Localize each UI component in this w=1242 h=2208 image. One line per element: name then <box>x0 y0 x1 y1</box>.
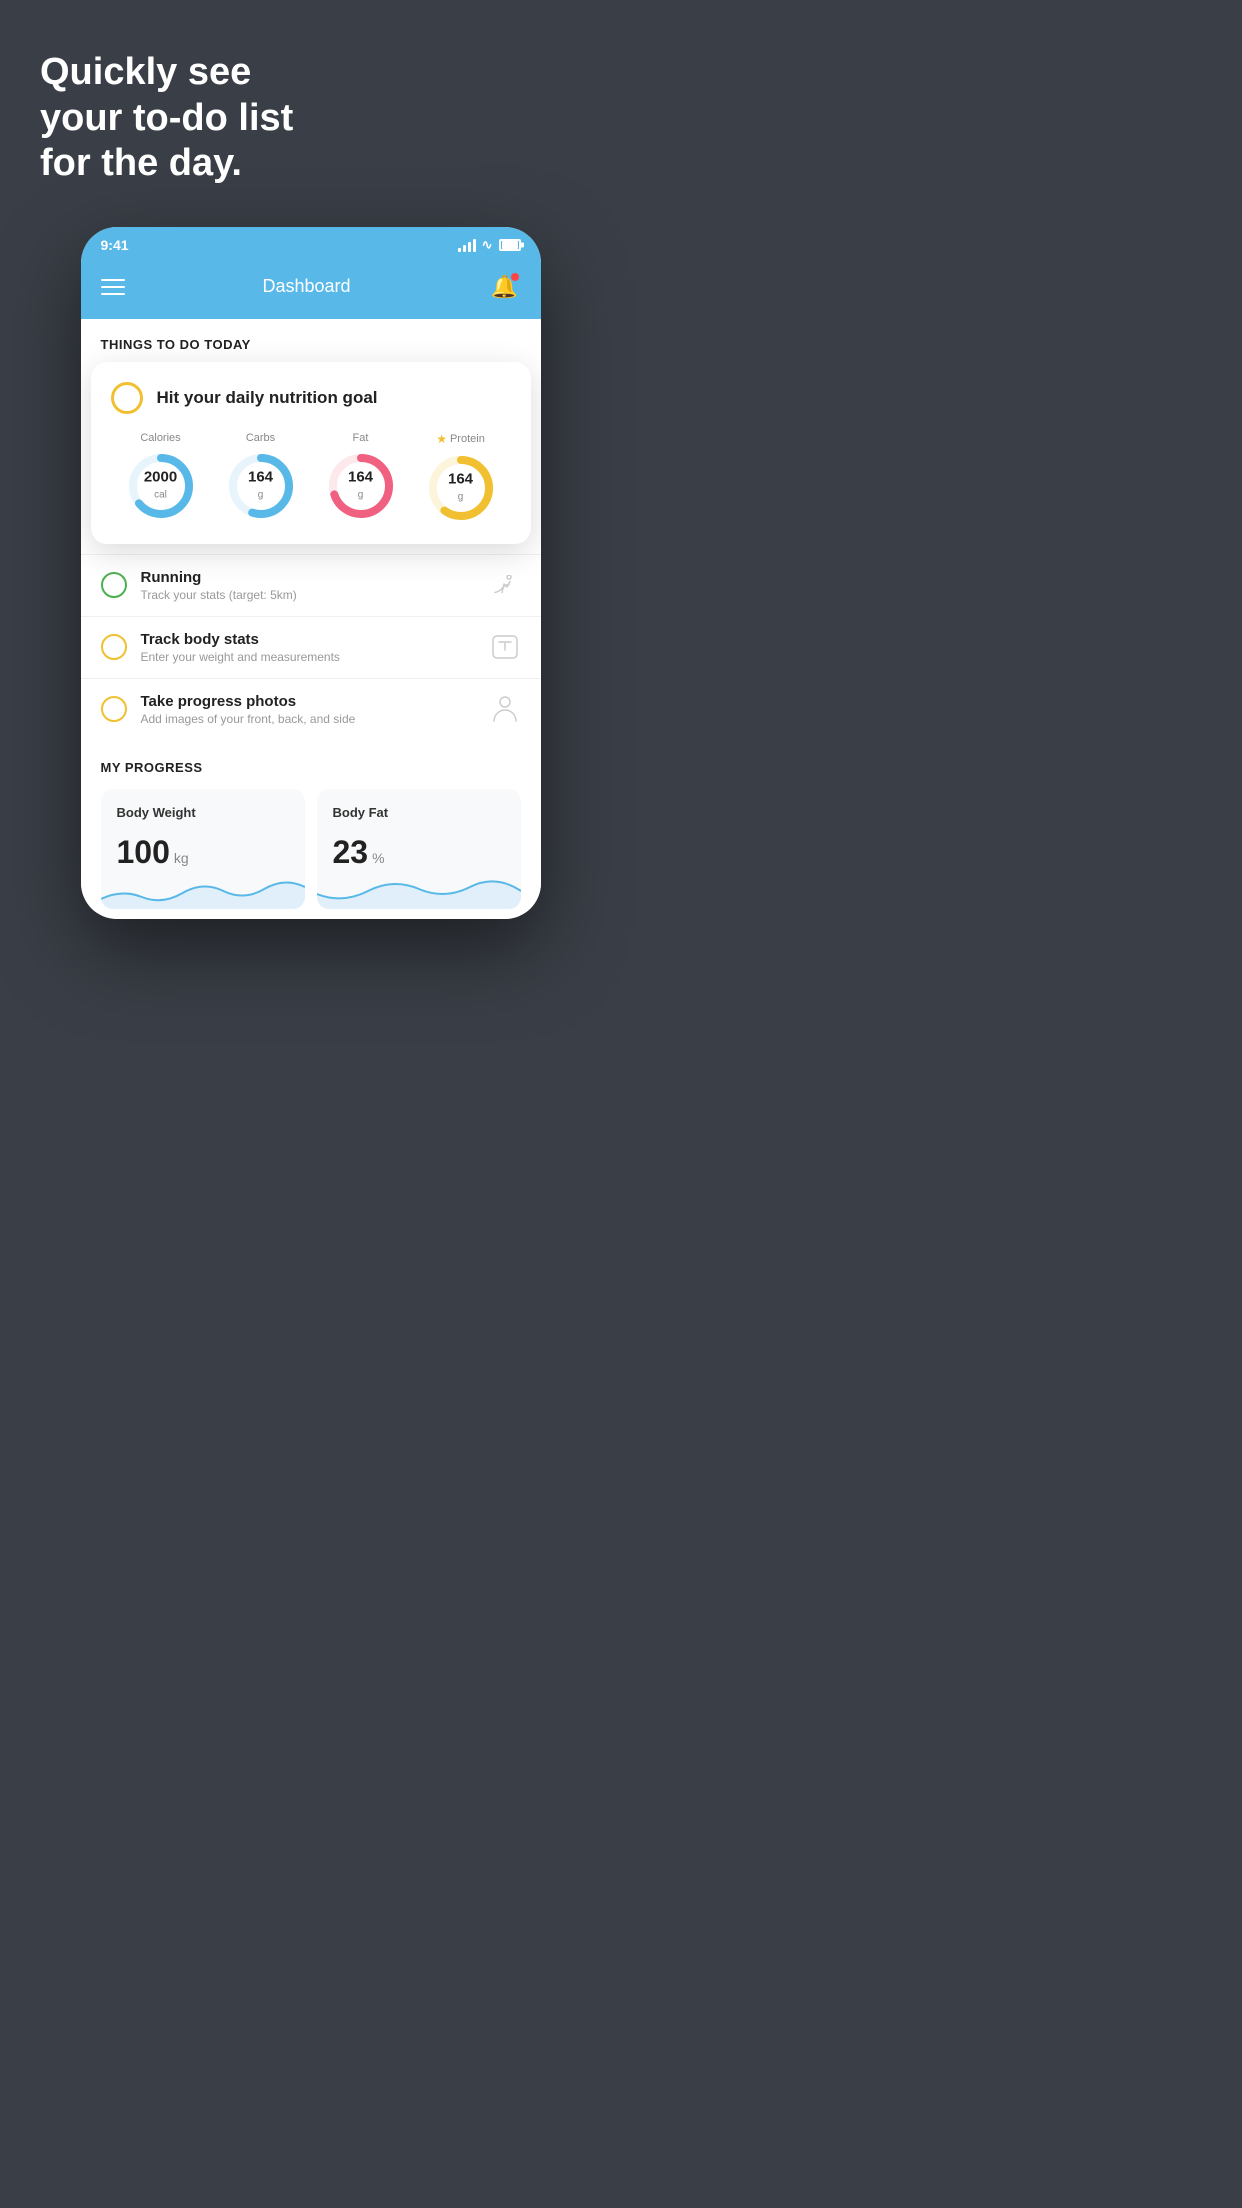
nutrition-item-fat: Fat 164 g <box>325 432 397 522</box>
nutrition-card-title: Hit your daily nutrition goal <box>157 388 378 408</box>
body-fat-title: Body Fat <box>333 805 505 820</box>
carbs-donut: 164 g <box>225 450 297 522</box>
progress-photos-text: Take progress photos Add images of your … <box>141 693 475 726</box>
progress-header: MY PROGRESS <box>101 760 521 775</box>
carbs-unit: g <box>258 489 264 500</box>
body-weight-value-row: 100 kg <box>117 834 289 871</box>
card-title-row: Hit your daily nutrition goal <box>111 382 511 414</box>
body-weight-title: Body Weight <box>117 805 289 820</box>
progress-photos-subtitle: Add images of your front, back, and side <box>141 712 475 726</box>
carbs-label: Carbs <box>246 432 275 444</box>
nutrition-item-protein: ★ Protein 164 g <box>425 432 497 524</box>
notification-button[interactable]: 🔔 <box>489 271 521 303</box>
body-weight-unit: kg <box>174 850 189 866</box>
body-fat-card: Body Fat 23 % <box>317 789 521 909</box>
time-display: 9:41 <box>101 237 129 253</box>
todo-item-progress-photos[interactable]: Take progress photos Add images of your … <box>81 678 541 740</box>
protein-value: 164 <box>448 471 473 486</box>
progress-photos-checkbox[interactable] <box>101 696 127 722</box>
app-headline: Quickly see your to-do list for the day. <box>0 0 621 217</box>
calories-donut: 2000 cal <box>125 450 197 522</box>
running-subtitle: Track your stats (target: 5km) <box>141 588 475 602</box>
running-title: Running <box>141 569 475 586</box>
nutrition-row: Calories 2000 cal Carbs <box>111 432 511 524</box>
running-icon <box>489 569 521 601</box>
nutrition-card: Hit your daily nutrition goal Calories 2… <box>91 362 531 544</box>
body-stats-subtitle: Enter your weight and measurements <box>141 650 475 664</box>
phone-mockup: 9:41 ∿ Dashboard 🔔 THINGS TO DO TODAY <box>81 227 541 919</box>
progress-cards: Body Weight 100 kg Body Fat <box>101 789 521 909</box>
protein-unit: g <box>458 491 464 502</box>
fat-donut: 164 g <box>325 450 397 522</box>
protein-label: ★ Protein <box>436 432 485 446</box>
wifi-icon: ∿ <box>482 237 493 253</box>
status-icons: ∿ <box>458 237 521 253</box>
body-stats-text: Track body stats Enter your weight and m… <box>141 631 475 664</box>
calories-label: Calories <box>140 432 180 444</box>
body-weight-value: 100 <box>117 834 170 871</box>
battery-icon <box>499 239 521 251</box>
person-icon <box>489 693 521 725</box>
running-text: Running Track your stats (target: 5km) <box>141 569 475 602</box>
nutrition-checkbox[interactable] <box>111 382 143 414</box>
progress-section: MY PROGRESS Body Weight 100 kg <box>81 740 541 909</box>
app-header: Dashboard 🔔 <box>81 259 541 319</box>
body-weight-card: Body Weight 100 kg <box>101 789 305 909</box>
signal-icon <box>458 238 476 252</box>
header-title: Dashboard <box>262 276 350 297</box>
protein-donut: 164 g <box>425 452 497 524</box>
body-fat-unit: % <box>372 850 384 866</box>
fat-unit: g <box>358 489 364 500</box>
body-fat-value: 23 <box>333 834 369 871</box>
todo-item-running[interactable]: Running Track your stats (target: 5km) <box>81 554 541 616</box>
nutrition-item-carbs: Carbs 164 g <box>225 432 297 522</box>
body-fat-value-row: 23 % <box>333 834 505 871</box>
things-section-header: THINGS TO DO TODAY <box>81 319 541 362</box>
notification-dot <box>511 273 519 281</box>
menu-button[interactable] <box>101 279 125 295</box>
scale-icon <box>489 631 521 663</box>
nutrition-item-calories: Calories 2000 cal <box>125 432 197 522</box>
progress-photos-title: Take progress photos <box>141 693 475 710</box>
body-stats-checkbox[interactable] <box>101 634 127 660</box>
body-fat-wave <box>317 869 521 909</box>
body-stats-title: Track body stats <box>141 631 475 648</box>
status-bar: 9:41 ∿ <box>81 227 541 259</box>
fat-label: Fat <box>353 432 369 444</box>
app-content: THINGS TO DO TODAY Hit your daily nutrit… <box>81 319 541 919</box>
star-icon: ★ <box>436 432 447 446</box>
fat-value: 164 <box>348 469 373 484</box>
running-checkbox[interactable] <box>101 572 127 598</box>
calories-unit: cal <box>154 489 167 500</box>
body-weight-wave <box>101 869 305 909</box>
calories-value: 2000 <box>144 469 177 484</box>
todo-item-body-stats[interactable]: Track body stats Enter your weight and m… <box>81 616 541 678</box>
carbs-value: 164 <box>248 469 273 484</box>
